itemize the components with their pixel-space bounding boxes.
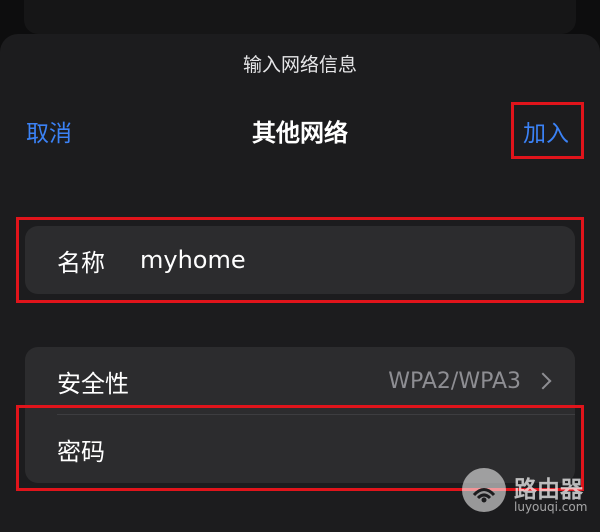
security-group: 安全性 WPA2/WPA3 密码: [25, 347, 575, 483]
name-group: 名称 myhome: [25, 226, 575, 294]
sheet-prompt: 输入网络信息: [242, 54, 357, 76]
watermark: 路由器 luyouqi.com: [462, 468, 592, 518]
name-label: 名称: [57, 248, 105, 277]
background-sheet: [24, 0, 576, 34]
router-logo-icon: [462, 468, 506, 512]
page-title: 其他网络: [252, 119, 348, 147]
name-input[interactable]: myhome: [140, 246, 246, 274]
security-row[interactable]: 安全性 WPA2/WPA3: [25, 347, 575, 415]
name-field[interactable]: 名称 myhome: [25, 226, 575, 294]
security-value: WPA2/WPA3: [388, 368, 521, 394]
watermark-title: 路由器: [514, 477, 583, 503]
security-label: 安全性: [57, 369, 129, 398]
watermark-subtitle: luyouqi.com: [514, 500, 588, 514]
password-label: 密码: [57, 437, 105, 466]
chevron-right-icon: [534, 372, 552, 390]
join-button[interactable]: 加入: [523, 114, 569, 148]
